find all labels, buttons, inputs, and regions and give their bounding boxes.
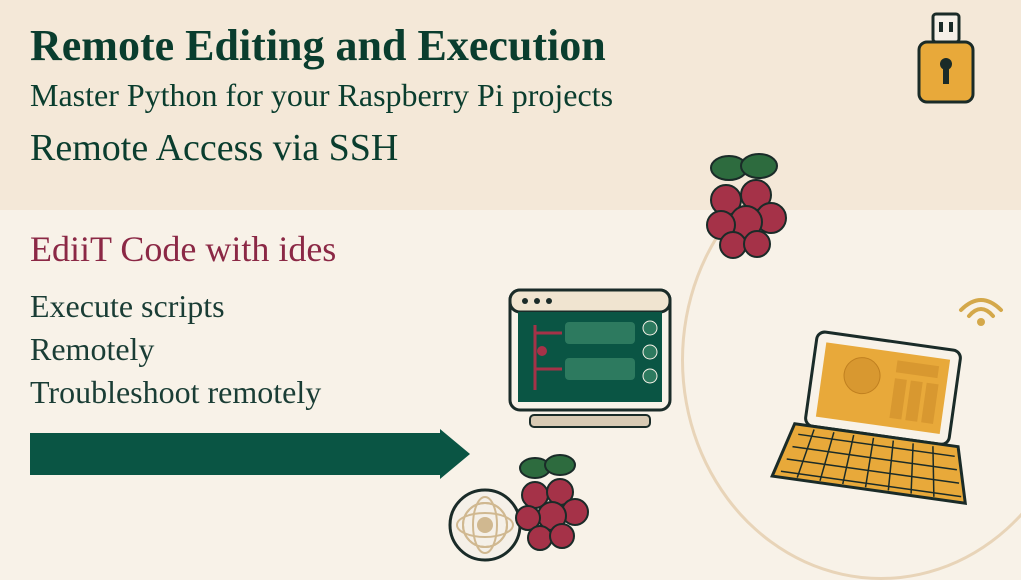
laptop-icon xyxy=(761,330,991,510)
monitor-icon xyxy=(490,280,690,460)
edit-heading: EdiiT Code with ides xyxy=(30,228,991,270)
fruit-icon xyxy=(440,450,620,570)
top-section: Remote Editing and Execution Master Pyth… xyxy=(0,0,1021,210)
page-title: Remote Editing and Execution xyxy=(30,20,991,71)
page-subtitle: Master Python for your Raspberry Pi proj… xyxy=(30,77,991,114)
usb-lock-icon xyxy=(901,12,991,142)
raspberry-icon xyxy=(691,150,801,270)
wifi-icon xyxy=(951,270,1011,330)
ssh-heading: Remote Access via SSH xyxy=(30,126,991,170)
arrow-bar xyxy=(30,433,470,475)
